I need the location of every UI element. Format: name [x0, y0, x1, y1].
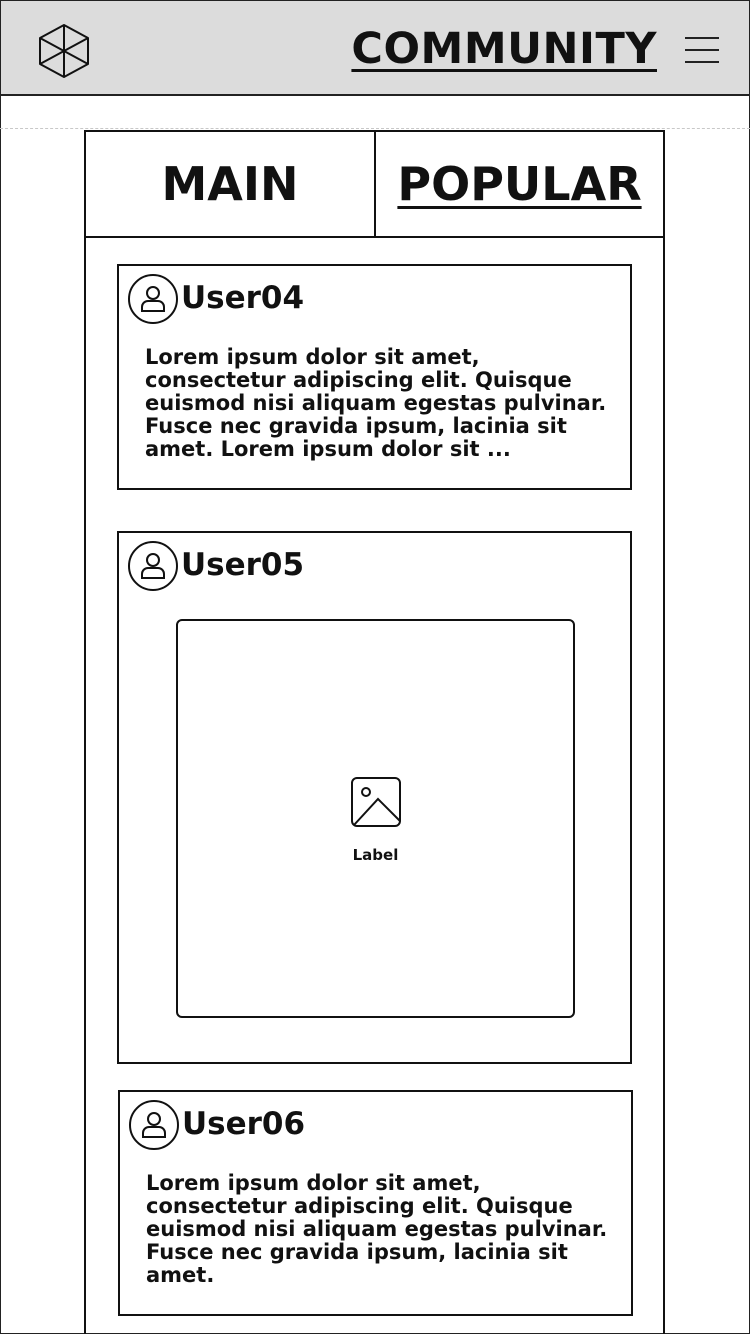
post-card[interactable]: User04 Lorem ipsum dolor sit amet, conse… — [117, 264, 632, 490]
user-avatar-icon[interactable] — [128, 274, 178, 324]
feed-panel: MAIN POPULAR User04 Lorem ipsum dolor si… — [84, 130, 665, 1334]
tab-popular[interactable]: POPULAR — [376, 132, 663, 236]
tab-main[interactable]: MAIN — [86, 132, 376, 236]
post-image[interactable]: Label — [176, 619, 575, 1018]
feed-tabs: MAIN POPULAR — [86, 132, 663, 238]
image-label: Label — [352, 846, 399, 864]
cube-logo-icon[interactable] — [37, 23, 91, 79]
post-card[interactable]: User05 Label — [117, 531, 632, 1064]
post-username[interactable]: User04 — [181, 276, 304, 320]
divider — [0, 128, 750, 129]
hamburger-menu-icon[interactable] — [685, 35, 721, 65]
image-placeholder-icon — [351, 777, 401, 827]
tab-main-label: MAIN — [161, 157, 299, 211]
post-text: Lorem ipsum dolor sit amet, consectetur … — [145, 345, 607, 461]
tab-popular-label: POPULAR — [397, 157, 642, 211]
app-header: COMMUNITY — [0, 0, 750, 96]
user-avatar-icon[interactable] — [129, 1100, 179, 1150]
post-username[interactable]: User06 — [182, 1102, 305, 1146]
post-username[interactable]: User05 — [181, 543, 304, 587]
post-card[interactable]: User06 Lorem ipsum dolor sit amet, conse… — [118, 1090, 633, 1316]
post-text: Lorem ipsum dolor sit amet, consectetur … — [146, 1171, 608, 1287]
user-avatar-icon[interactable] — [128, 541, 178, 591]
app-title[interactable]: COMMUNITY — [351, 21, 657, 77]
